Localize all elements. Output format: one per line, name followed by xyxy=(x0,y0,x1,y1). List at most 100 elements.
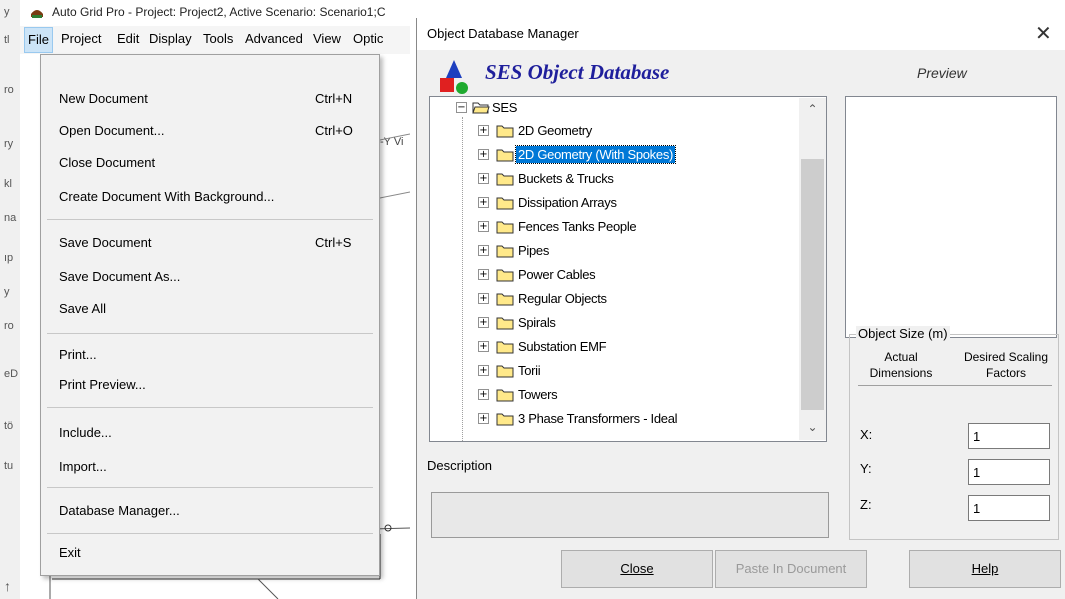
tree-item-folder[interactable]: + Torii xyxy=(430,360,790,382)
expand-icon[interactable]: + xyxy=(478,413,489,424)
tree-item-label: 2D Geometry (With Spokes) xyxy=(514,145,677,164)
tree-item-folder[interactable]: + Buckets & Trucks xyxy=(430,168,790,190)
actual-dimensions-header: Actual Dimensions xyxy=(869,350,933,380)
folder-icon xyxy=(496,293,514,306)
tree-item-folder[interactable]: +2D Geometry (With Spokes) xyxy=(430,144,790,166)
help-button-label: Help xyxy=(971,561,999,576)
tree-item-folder[interactable]: + Pipes xyxy=(430,240,790,262)
strip-text: tö xyxy=(4,420,14,432)
menu-display[interactable]: Display xyxy=(146,31,195,46)
expand-icon[interactable]: + xyxy=(478,125,489,136)
folder-icon xyxy=(496,173,514,186)
menu-tools[interactable]: Tools xyxy=(200,31,236,46)
menu-item-open-document[interactable]: Open Document... Ctrl+O xyxy=(41,117,379,145)
close-icon[interactable]: ✕ xyxy=(1035,21,1052,46)
database-logo-icon xyxy=(440,60,468,94)
strip-text: ry xyxy=(4,138,14,150)
menu-item-exit[interactable]: Exit xyxy=(41,539,379,567)
object-tree-view[interactable]: − SES +2D Geometry +2D Geometry (With Spo… xyxy=(429,96,827,442)
folder-icon xyxy=(496,149,514,162)
menu-item-label: Save Document xyxy=(59,235,152,250)
scroll-thumb[interactable] xyxy=(801,159,824,410)
strip-text: kl xyxy=(4,178,12,190)
paste-in-document-button[interactable]: Paste In Document xyxy=(715,550,867,588)
expand-icon[interactable]: + xyxy=(478,365,489,376)
tree-item-folder[interactable]: +2D Geometry xyxy=(430,120,790,142)
menu-item-new-document[interactable]: New Document Ctrl+N xyxy=(41,85,379,113)
tree-item-folder[interactable]: + Spirals xyxy=(430,312,790,334)
expand-icon[interactable]: + xyxy=(478,269,489,280)
tree-item-folder[interactable]: + Power Cables xyxy=(430,264,790,286)
object-database-manager-dialog: Object Database Manager ✕ SES Object Dat… xyxy=(416,18,1065,599)
tree-item-folder[interactable]: +3 Phase Transformers - Ideal xyxy=(430,408,790,430)
close-button[interactable]: Close xyxy=(561,550,713,588)
dialog-titlebar: Object Database Manager ✕ xyxy=(417,18,1065,50)
scroll-down-icon[interactable]: ⌄ xyxy=(799,416,826,438)
tree-item-folder[interactable]: + Dissipation Arrays xyxy=(430,192,790,214)
strip-text: ıp xyxy=(4,252,14,264)
collapse-icon[interactable]: − xyxy=(456,102,467,113)
menu-project[interactable]: Project xyxy=(58,31,104,46)
tree-item-label: Torii xyxy=(518,363,541,378)
expand-icon[interactable]: + xyxy=(478,173,489,184)
menu-item-label: Create Document With Background... xyxy=(59,189,275,204)
expand-icon[interactable]: + xyxy=(478,245,489,256)
menu-options[interactable]: Optic xyxy=(350,31,386,46)
strip-text: na xyxy=(4,212,17,224)
menu-separator xyxy=(47,333,373,334)
menu-edit[interactable]: Edit xyxy=(114,31,142,46)
folder-icon xyxy=(496,317,514,330)
menu-item-label: Exit xyxy=(59,545,81,560)
menu-item-save-all[interactable]: Save All xyxy=(41,295,379,323)
menu-item-label: Database Manager... xyxy=(59,503,180,518)
menu-item-include[interactable]: Include... xyxy=(41,419,379,447)
expand-icon[interactable]: + xyxy=(478,149,489,160)
folder-icon xyxy=(496,365,514,378)
tree-item-label: Dissipation Arrays xyxy=(518,195,617,210)
menu-separator xyxy=(47,407,373,408)
tree-label-root: SES xyxy=(492,100,518,115)
menu-item-print[interactable]: Print... xyxy=(41,341,379,369)
tree-item-label: Pipes xyxy=(518,243,550,258)
menu-item-create-document-background[interactable]: Create Document With Background... xyxy=(41,183,379,211)
menu-separator xyxy=(47,533,373,534)
divider xyxy=(858,385,1052,386)
menu-item-print-preview[interactable]: Print Preview... xyxy=(41,371,379,399)
menu-item-import[interactable]: Import... xyxy=(41,453,379,481)
tree-root-ses[interactable]: − SES xyxy=(430,97,790,119)
folder-icon xyxy=(496,221,514,234)
tree-item-folder[interactable]: + Fences Tanks People xyxy=(430,216,790,238)
object-size-legend: Object Size (m) xyxy=(856,326,950,341)
description-field xyxy=(431,492,829,538)
expand-icon[interactable]: + xyxy=(478,341,489,352)
menu-item-save-document-as[interactable]: Save Document As... xyxy=(41,263,379,291)
menu-advanced[interactable]: Advanced xyxy=(242,31,306,46)
expand-icon[interactable]: + xyxy=(478,293,489,304)
expand-icon[interactable]: + xyxy=(478,317,489,328)
expand-icon[interactable]: + xyxy=(478,197,489,208)
x-scale-input[interactable] xyxy=(968,423,1050,449)
menu-item-database-manager[interactable]: Database Manager... xyxy=(41,497,379,525)
tree-item-folder[interactable]: + Substation EMF xyxy=(430,336,790,358)
tree-item-label: Fences Tanks People xyxy=(518,219,637,234)
z-scale-input[interactable] xyxy=(968,495,1050,521)
expand-icon[interactable]: + xyxy=(478,221,489,232)
x-axis-label: X: xyxy=(860,427,873,442)
tree-item-folder[interactable]: + Regular Objects xyxy=(430,288,790,310)
menu-item-save-document[interactable]: Save Document Ctrl+S xyxy=(41,229,379,257)
menu-view[interactable]: View xyxy=(310,31,344,46)
main-app-window: Auto Grid Pro - Project: Project2, Activ… xyxy=(0,0,410,599)
expand-icon[interactable]: + xyxy=(478,389,489,400)
menu-item-label: Open Document... xyxy=(59,123,165,138)
tree-item-label: 2D Geometry xyxy=(518,123,593,138)
database-heading: SES Object Database xyxy=(485,60,670,84)
menu-file[interactable]: File xyxy=(24,27,53,53)
y-scale-input[interactable] xyxy=(968,459,1050,485)
scroll-up-icon[interactable]: ⌃ xyxy=(799,98,826,120)
app-logo-icon xyxy=(31,10,43,18)
tree-scrollbar[interactable]: ⌃ ⌄ xyxy=(799,98,826,440)
help-button[interactable]: Help xyxy=(909,550,1061,588)
scroll-up-arrow-icon[interactable]: ↑ xyxy=(4,578,11,594)
tree-item-folder[interactable]: + Towers xyxy=(430,384,790,406)
menu-item-close-document[interactable]: Close Document xyxy=(41,149,379,177)
